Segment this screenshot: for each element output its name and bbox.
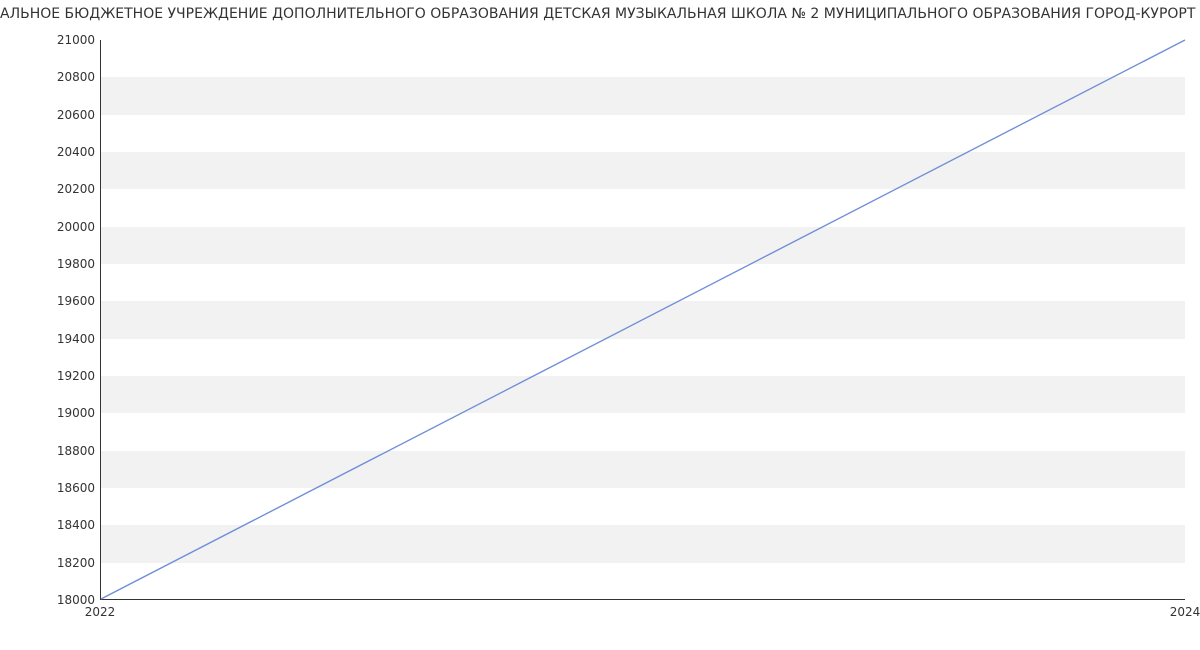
y-tick-label: 18200 <box>5 556 95 570</box>
y-tick-label: 19600 <box>5 294 95 308</box>
y-tick-label: 20400 <box>5 145 95 159</box>
y-tick-label: 18800 <box>5 444 95 458</box>
y-tick-label: 20600 <box>5 108 95 122</box>
line-series <box>101 40 1185 599</box>
y-tick-label: 18600 <box>5 481 95 495</box>
chart-container: АЛЬНОЕ БЮДЖЕТНОЕ УЧРЕЖДЕНИЕ ДОПОЛНИТЕЛЬН… <box>0 0 1200 650</box>
y-tick-label: 20800 <box>5 70 95 84</box>
chart-title: АЛЬНОЕ БЮДЖЕТНОЕ УЧРЕЖДЕНИЕ ДОПОЛНИТЕЛЬН… <box>0 6 1200 22</box>
x-tick-label: 2022 <box>85 605 116 619</box>
data-line <box>101 40 1185 599</box>
y-tick-label: 19000 <box>5 406 95 420</box>
y-tick-label: 19200 <box>5 369 95 383</box>
y-tick-label: 19400 <box>5 332 95 346</box>
y-tick-label: 20200 <box>5 182 95 196</box>
plot-area <box>100 40 1185 600</box>
x-tick-label: 2024 <box>1170 605 1200 619</box>
y-tick-label: 20000 <box>5 220 95 234</box>
y-tick-label: 21000 <box>5 33 95 47</box>
y-tick-label: 18000 <box>5 593 95 607</box>
y-tick-label: 19800 <box>5 257 95 271</box>
y-tick-label: 18400 <box>5 518 95 532</box>
